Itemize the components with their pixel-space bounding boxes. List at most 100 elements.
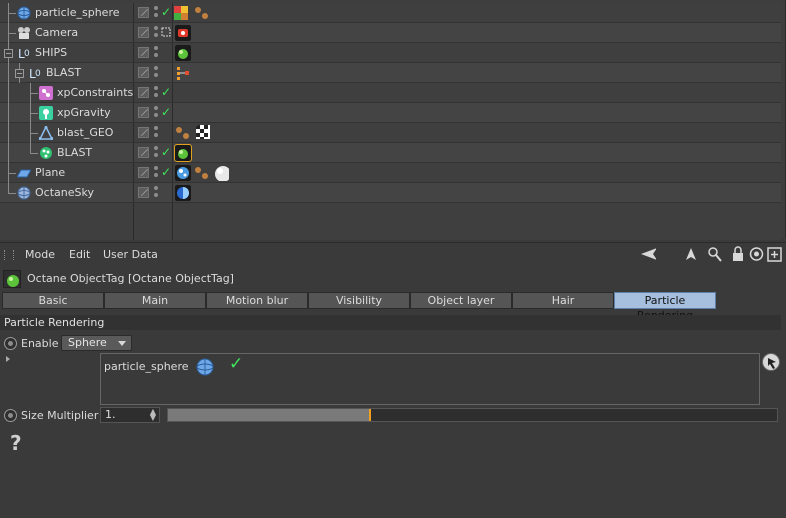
material-tag-icon[interactable] [173,5,189,21]
object-name[interactable]: OctaneSky [35,186,94,199]
object-row-particle-sphere[interactable]: particle_sphere ✓ [0,3,781,23]
svg-text:0: 0 [24,49,30,59]
octane-camera-tag-icon[interactable] [175,25,191,41]
object-row-blast-emitter[interactable]: BLAST ✓ [0,143,781,163]
object-manager: particle_sphere ✓ Camera − L0 SHIPS − L … [0,0,786,240]
expand-arrow-icon[interactable] [6,356,10,362]
object-name[interactable]: Plane [35,166,65,179]
octane-object-tag-icon[interactable] [174,144,192,162]
render-dots[interactable] [154,146,159,160]
xp-tag-icon[interactable] [175,125,191,141]
enabled-check-icon[interactable]: ✓ [161,85,171,99]
enabled-check-icon[interactable]: ✓ [161,165,171,179]
object-name[interactable]: SHIPS [35,46,67,59]
back-arrow-icon[interactable] [639,246,656,263]
object-name[interactable]: BLAST [46,66,81,79]
up-arrow-icon[interactable] [684,246,701,263]
tab-object-layer[interactable]: Object layer [410,292,512,309]
tab-particle-rendering[interactable]: Particle Rendering [614,292,716,322]
texture-tag-icon[interactable] [196,125,212,141]
object-name[interactable]: xpGravity [57,106,111,119]
visibility-toggle[interactable] [138,167,149,178]
render-dots[interactable] [154,6,159,20]
tab-motion-blur[interactable]: Motion blur [206,292,308,309]
chevron-down-icon [118,341,126,346]
enable-keyframe-radio[interactable] [4,337,17,350]
lock-icon[interactable] [731,246,748,263]
object-name[interactable]: Camera [35,26,78,39]
camera-icon [18,27,30,39]
visibility-toggle[interactable] [138,27,149,38]
object-name[interactable]: particle_sphere [35,6,120,19]
xp-emitter-icon [40,147,52,159]
plane-icon [17,169,31,178]
tab-main[interactable]: Main [104,292,206,309]
render-dots[interactable] [154,46,159,60]
render-dots[interactable] [154,106,159,120]
target-tag-icon[interactable] [161,27,171,37]
render-dots[interactable] [154,66,159,80]
xpresso-tag-icon[interactable] [175,65,191,81]
target-icon[interactable] [749,246,766,263]
help-icon[interactable]: ? [10,431,22,455]
object-row-plane[interactable]: Plane ✓ [0,163,781,183]
object-row-ships[interactable]: − L0 SHIPS [0,43,781,63]
size-keyframe-radio[interactable] [4,409,17,422]
object-row-xpgravity[interactable]: xpGravity ✓ [0,103,781,123]
visibility-toggle[interactable] [138,47,149,58]
visibility-toggle[interactable] [138,127,149,138]
render-dots[interactable] [154,186,159,200]
environment-tag-icon[interactable] [175,185,191,201]
object-row-blast-null[interactable]: − L0 BLAST [0,63,781,83]
pick-object-icon[interactable] [762,353,780,371]
visibility-toggle[interactable] [138,147,149,158]
octane-object-tag-icon[interactable] [175,45,191,61]
render-dots[interactable] [154,166,159,180]
visibility-toggle[interactable] [138,67,149,78]
object-list-empty-area[interactable] [0,203,781,240]
octane-object-tag-icon [3,270,21,288]
size-multiplier-field[interactable]: 1. ▲ ▼ [100,407,160,423]
menu-user-data[interactable]: User Data [103,248,158,261]
visibility-toggle[interactable] [138,107,149,118]
tab-hair[interactable]: Hair [512,292,614,309]
object-row-camera[interactable]: Camera [0,23,781,43]
render-dots[interactable] [154,86,159,100]
enable-dropdown[interactable]: Sphere [61,335,132,351]
collision-tag-icon[interactable] [175,165,191,181]
list-item-label[interactable]: particle_sphere [104,360,189,373]
render-dots[interactable] [154,26,159,40]
object-name[interactable]: blast_GEO [57,126,113,139]
object-row-xpconstraints[interactable]: xpConstraints ✓ [0,83,781,103]
collapse-toggle[interactable]: − [4,49,13,58]
tab-visibility[interactable]: Visibility [308,292,410,309]
menu-mode[interactable]: Mode [25,248,55,261]
visibility-toggle[interactable] [138,7,149,18]
grip-icon[interactable] [4,250,14,260]
material-sphere-icon[interactable] [213,165,229,181]
visibility-toggle[interactable] [138,87,149,98]
collapse-toggle[interactable]: − [15,69,24,78]
object-name[interactable]: xpConstraints [57,86,133,99]
xp-constraints-icon [39,86,53,100]
xp-tag-icon[interactable] [194,165,210,181]
object-row-octanesky[interactable]: OctaneSky [0,183,781,203]
render-dots[interactable] [154,126,159,140]
enabled-check-icon[interactable]: ✓ [229,354,243,374]
enabled-check-icon[interactable]: ✓ [161,105,171,119]
tab-basic[interactable]: Basic [2,292,104,309]
object-row-blast-geo[interactable]: blast_GEO [0,123,781,143]
enabled-check-icon[interactable]: ✓ [161,5,171,19]
size-multiplier-slider[interactable] [167,408,778,422]
xp-tag-icon[interactable] [194,5,210,21]
search-icon[interactable] [708,246,725,263]
spinner-icon[interactable]: ▲ ▼ [150,408,156,422]
menu-edit[interactable]: Edit [69,248,90,261]
enable-label: Enable [21,337,59,350]
enabled-check-icon[interactable]: ✓ [161,145,171,159]
object-name[interactable]: BLAST [57,146,92,159]
visibility-toggle[interactable] [138,187,149,198]
new-panel-icon[interactable] [767,246,784,263]
object-link-list[interactable]: particle_sphere ✓ [100,353,760,405]
slider-handle[interactable] [368,409,371,421]
